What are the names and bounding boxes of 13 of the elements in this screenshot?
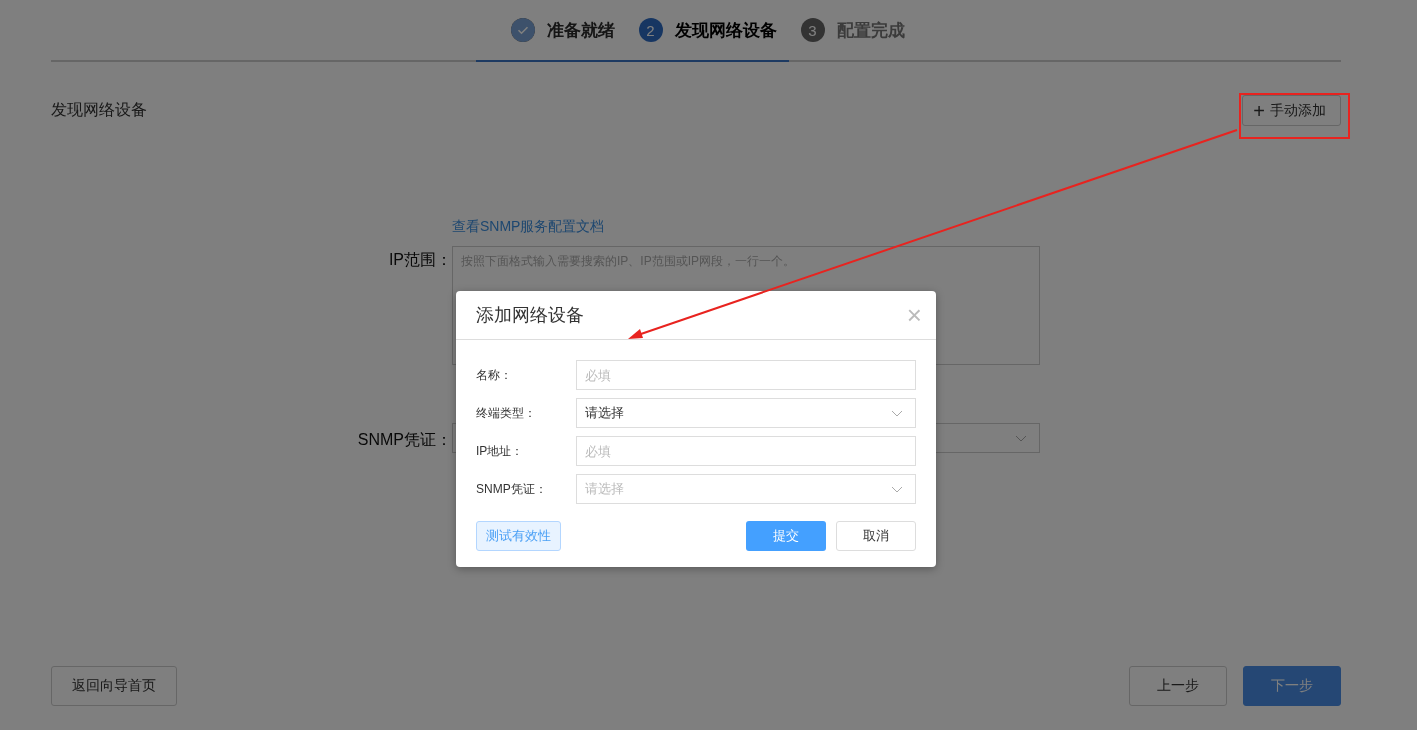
field-label: IP范围： [387,250,452,270]
step-label: 准备就绪 [546,19,615,42]
section-title: 发现网络设备 [51,100,147,120]
field-label: SNMP凭证： [356,429,452,450]
field-label: 终端类型： [476,404,537,422]
step-number: 2 [638,18,663,42]
step-label: 发现网络设备 [674,19,777,42]
field-label: IP地址： [476,442,525,460]
field-label: 名称： [476,366,513,384]
dialog-title: 添加网络设备 [476,304,584,327]
step-label: 配置完成 [836,19,905,42]
step-number: 3 [800,18,825,42]
field-label: SNMP凭证： [476,480,548,498]
